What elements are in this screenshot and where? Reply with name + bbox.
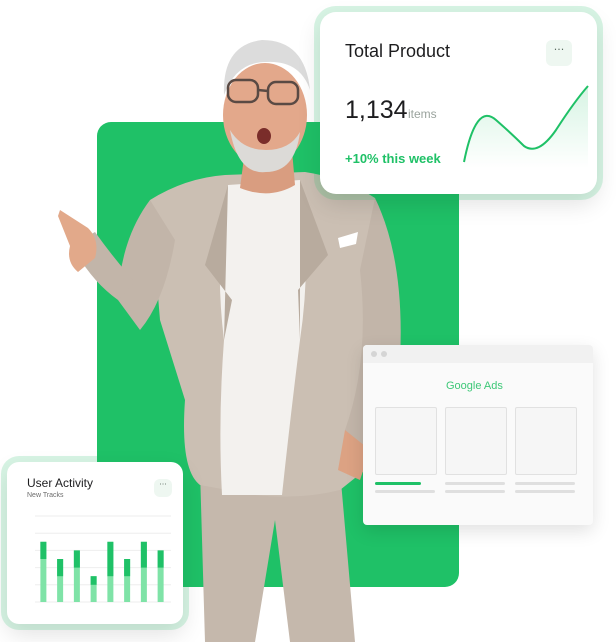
ad-progress-line — [375, 482, 421, 485]
bar-series-2 — [107, 541, 114, 577]
ad-text-line — [445, 490, 505, 493]
product-count: 1,134 — [345, 96, 408, 124]
user-activity-chart — [35, 515, 171, 603]
growth-indicator: +10% this week — [345, 151, 441, 166]
bar-series-2 — [140, 541, 147, 568]
user-activity-title: User Activity — [27, 476, 94, 490]
more-options-button[interactable]: ··· — [154, 479, 172, 497]
bar-series-2 — [90, 576, 97, 585]
browser-bar — [363, 345, 593, 363]
sparkline-chart — [463, 85, 589, 168]
ad-text-line — [515, 490, 575, 493]
bar-series-2 — [40, 541, 47, 559]
ad-text-line — [445, 482, 505, 485]
ad-placeholder-3 — [515, 407, 577, 475]
bar-series-2 — [124, 559, 131, 577]
ad-text-line — [375, 490, 435, 493]
ads-title: Google Ads — [446, 380, 503, 392]
product-count-unit: items — [408, 107, 437, 121]
more-options-button[interactable]: ··· — [546, 40, 572, 66]
window-dot — [371, 351, 377, 357]
user-activity-subtitle: New Tracks — [27, 492, 64, 499]
ad-placeholder-1 — [375, 407, 437, 475]
ad-placeholder-2 — [445, 407, 507, 475]
total-product-title: Total Product — [345, 41, 451, 61]
ad-text-line — [515, 482, 575, 485]
bar-series-2 — [157, 550, 164, 568]
window-dot — [381, 351, 387, 357]
bar-series-2 — [57, 559, 64, 577]
total-product-card: Total Product ··· 1,134 items +10% this … — [320, 12, 597, 194]
ads-preview-card: Google Ads — [363, 345, 593, 525]
bar-series-2 — [73, 550, 80, 568]
user-activity-card: User Activity New Tracks ··· — [7, 462, 183, 624]
